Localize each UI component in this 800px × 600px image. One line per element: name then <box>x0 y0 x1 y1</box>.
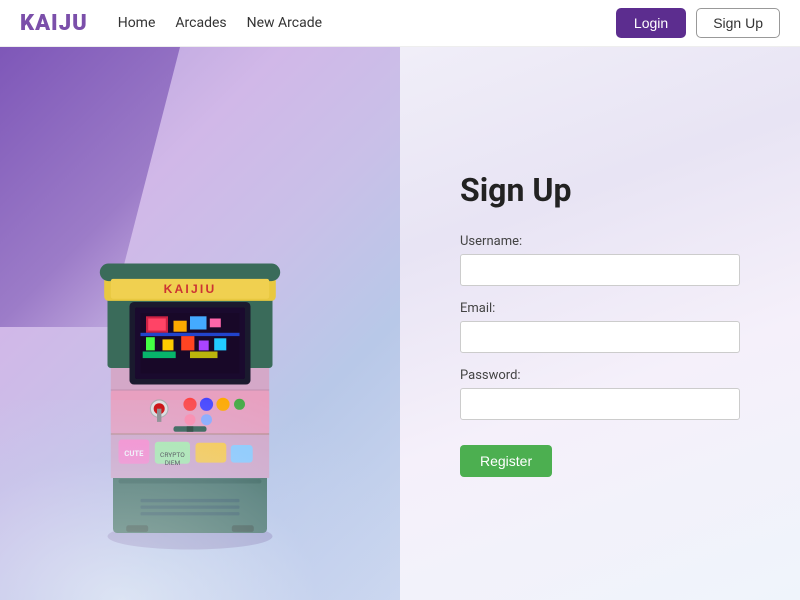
register-button[interactable]: Register <box>460 445 552 477</box>
password-group: Password: <box>460 368 740 420</box>
brand-logo[interactable]: KAIJU <box>20 11 88 36</box>
svg-text:DIEM: DIEM <box>165 459 181 467</box>
signup-form: Sign Up Username: Email: Password: Regis… <box>460 171 740 477</box>
username-input[interactable] <box>460 254 740 286</box>
main-content: KAIJIU <box>0 47 800 600</box>
username-label: Username: <box>460 234 740 249</box>
left-panel: KAIJIU <box>0 47 400 600</box>
signup-title: Sign Up <box>460 171 740 209</box>
arcade-machine-svg: KAIJIU <box>80 230 300 550</box>
email-group: Email: <box>460 301 740 353</box>
nav-home[interactable]: Home <box>118 15 156 31</box>
nav-arcades[interactable]: Arcades <box>175 15 226 31</box>
svg-text:CRYPTO: CRYPTO <box>160 451 185 459</box>
email-label: Email: <box>460 301 740 316</box>
email-input[interactable] <box>460 321 740 353</box>
right-panel: Sign Up Username: Email: Password: Regis… <box>400 47 800 600</box>
password-input[interactable] <box>460 388 740 420</box>
password-label: Password: <box>460 368 740 383</box>
svg-text:CUTE: CUTE <box>124 449 144 458</box>
signup-button[interactable]: Sign Up <box>696 8 780 38</box>
navbar-actions: Login Sign Up <box>616 8 780 38</box>
username-group: Username: <box>460 234 740 286</box>
nav-new-arcade[interactable]: New Arcade <box>247 15 322 31</box>
login-button[interactable]: Login <box>616 8 686 38</box>
nav-links: Home Arcades New Arcade <box>118 15 616 31</box>
svg-text:KAIJIU: KAIJIU <box>164 282 217 296</box>
arcade-machine-container: KAIJIU <box>80 230 300 550</box>
navbar: KAIJU Home Arcades New Arcade Login Sign… <box>0 0 800 47</box>
